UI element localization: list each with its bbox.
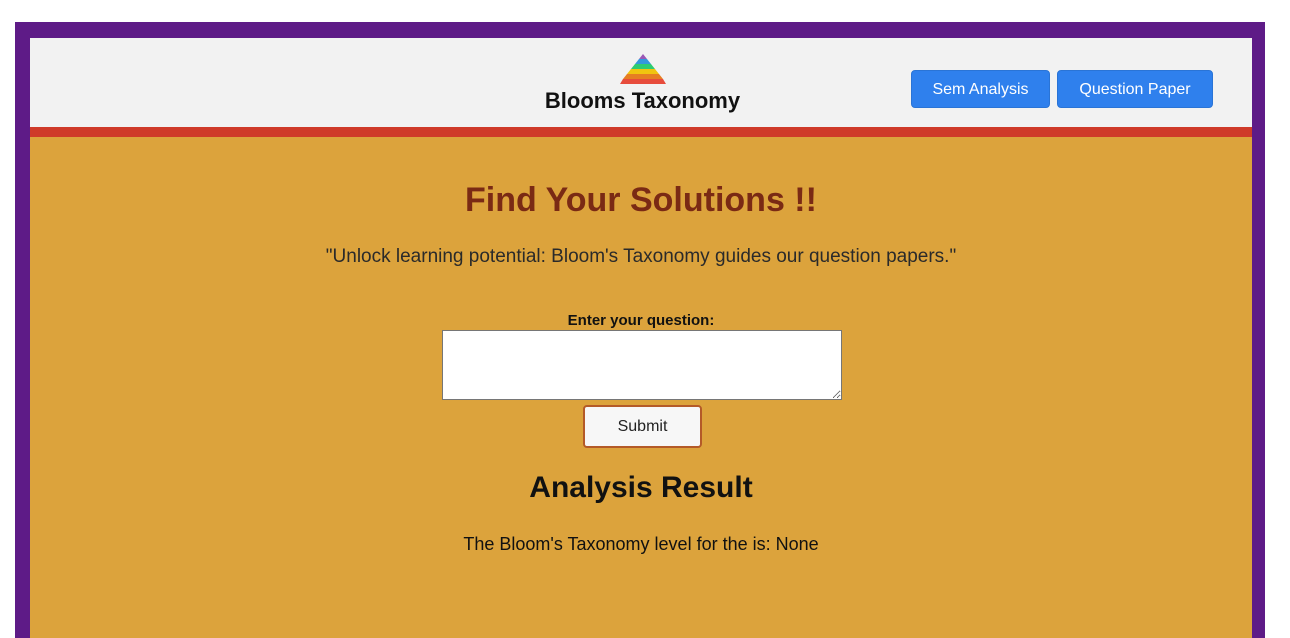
question-paper-button[interactable]: Question Paper — [1057, 70, 1213, 108]
sem-analysis-button[interactable]: Sem Analysis — [911, 70, 1050, 108]
pyramid-logo-icon — [620, 54, 666, 84]
app-window: Blooms Taxonomy Sem Analysis Question Pa… — [30, 38, 1252, 638]
submit-button[interactable]: Submit — [583, 405, 702, 448]
brand-title: Blooms Taxonomy — [544, 88, 741, 113]
header-divider — [30, 127, 1252, 137]
result-text: The Bloom's Taxonomy level for the is: N… — [463, 534, 819, 554]
tagline: "Unlock learning potential: Bloom's Taxo… — [325, 246, 957, 267]
header: Blooms Taxonomy Sem Analysis Question Pa… — [30, 38, 1252, 127]
brand[interactable]: Blooms Taxonomy — [520, 50, 765, 120]
question-label: Enter your question: — [567, 312, 715, 329]
question-input[interactable] — [442, 330, 842, 400]
result-heading: Analysis Result — [529, 471, 753, 504]
outer-frame: Blooms Taxonomy Sem Analysis Question Pa… — [15, 22, 1265, 638]
page-title: Find Your Solutions !! — [465, 181, 817, 219]
